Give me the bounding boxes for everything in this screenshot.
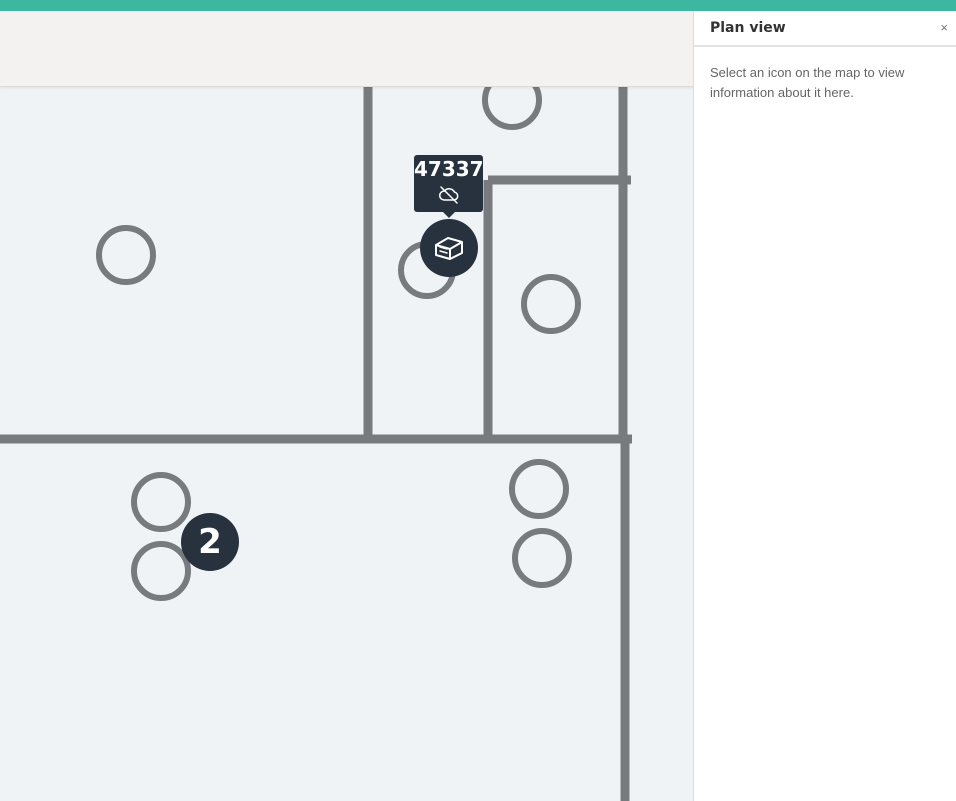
cluster-count: 2 bbox=[198, 522, 222, 562]
fixture-circle bbox=[512, 528, 572, 588]
fixture-circle bbox=[96, 225, 156, 285]
fixture-circle bbox=[131, 472, 191, 532]
plan-view-panel: Plan view × Select an icon on the map to… bbox=[693, 11, 956, 801]
panel-header: Plan view × bbox=[694, 11, 956, 47]
fixture-circle bbox=[521, 274, 581, 334]
close-icon[interactable]: × bbox=[940, 20, 948, 35]
map-toolbar bbox=[0, 11, 693, 87]
cluster-marker[interactable]: 2 bbox=[181, 513, 239, 571]
device-marker[interactable] bbox=[420, 219, 478, 277]
device-icon bbox=[435, 237, 463, 260]
floor-plan-drawing bbox=[0, 70, 632, 801]
device-tooltip: 47337 bbox=[414, 155, 484, 218]
panel-body-text: Select an icon on the map to view inform… bbox=[710, 65, 905, 100]
device-id: 47337 bbox=[414, 157, 484, 181]
fixture-circle bbox=[509, 459, 569, 519]
floor-plan-map[interactable]: 2 bbox=[0, 11, 693, 801]
fixture-circle bbox=[131, 541, 191, 601]
panel-title: Plan view bbox=[710, 20, 786, 36]
app-accent-bar bbox=[0, 0, 956, 11]
cloud-off-icon bbox=[438, 186, 458, 204]
